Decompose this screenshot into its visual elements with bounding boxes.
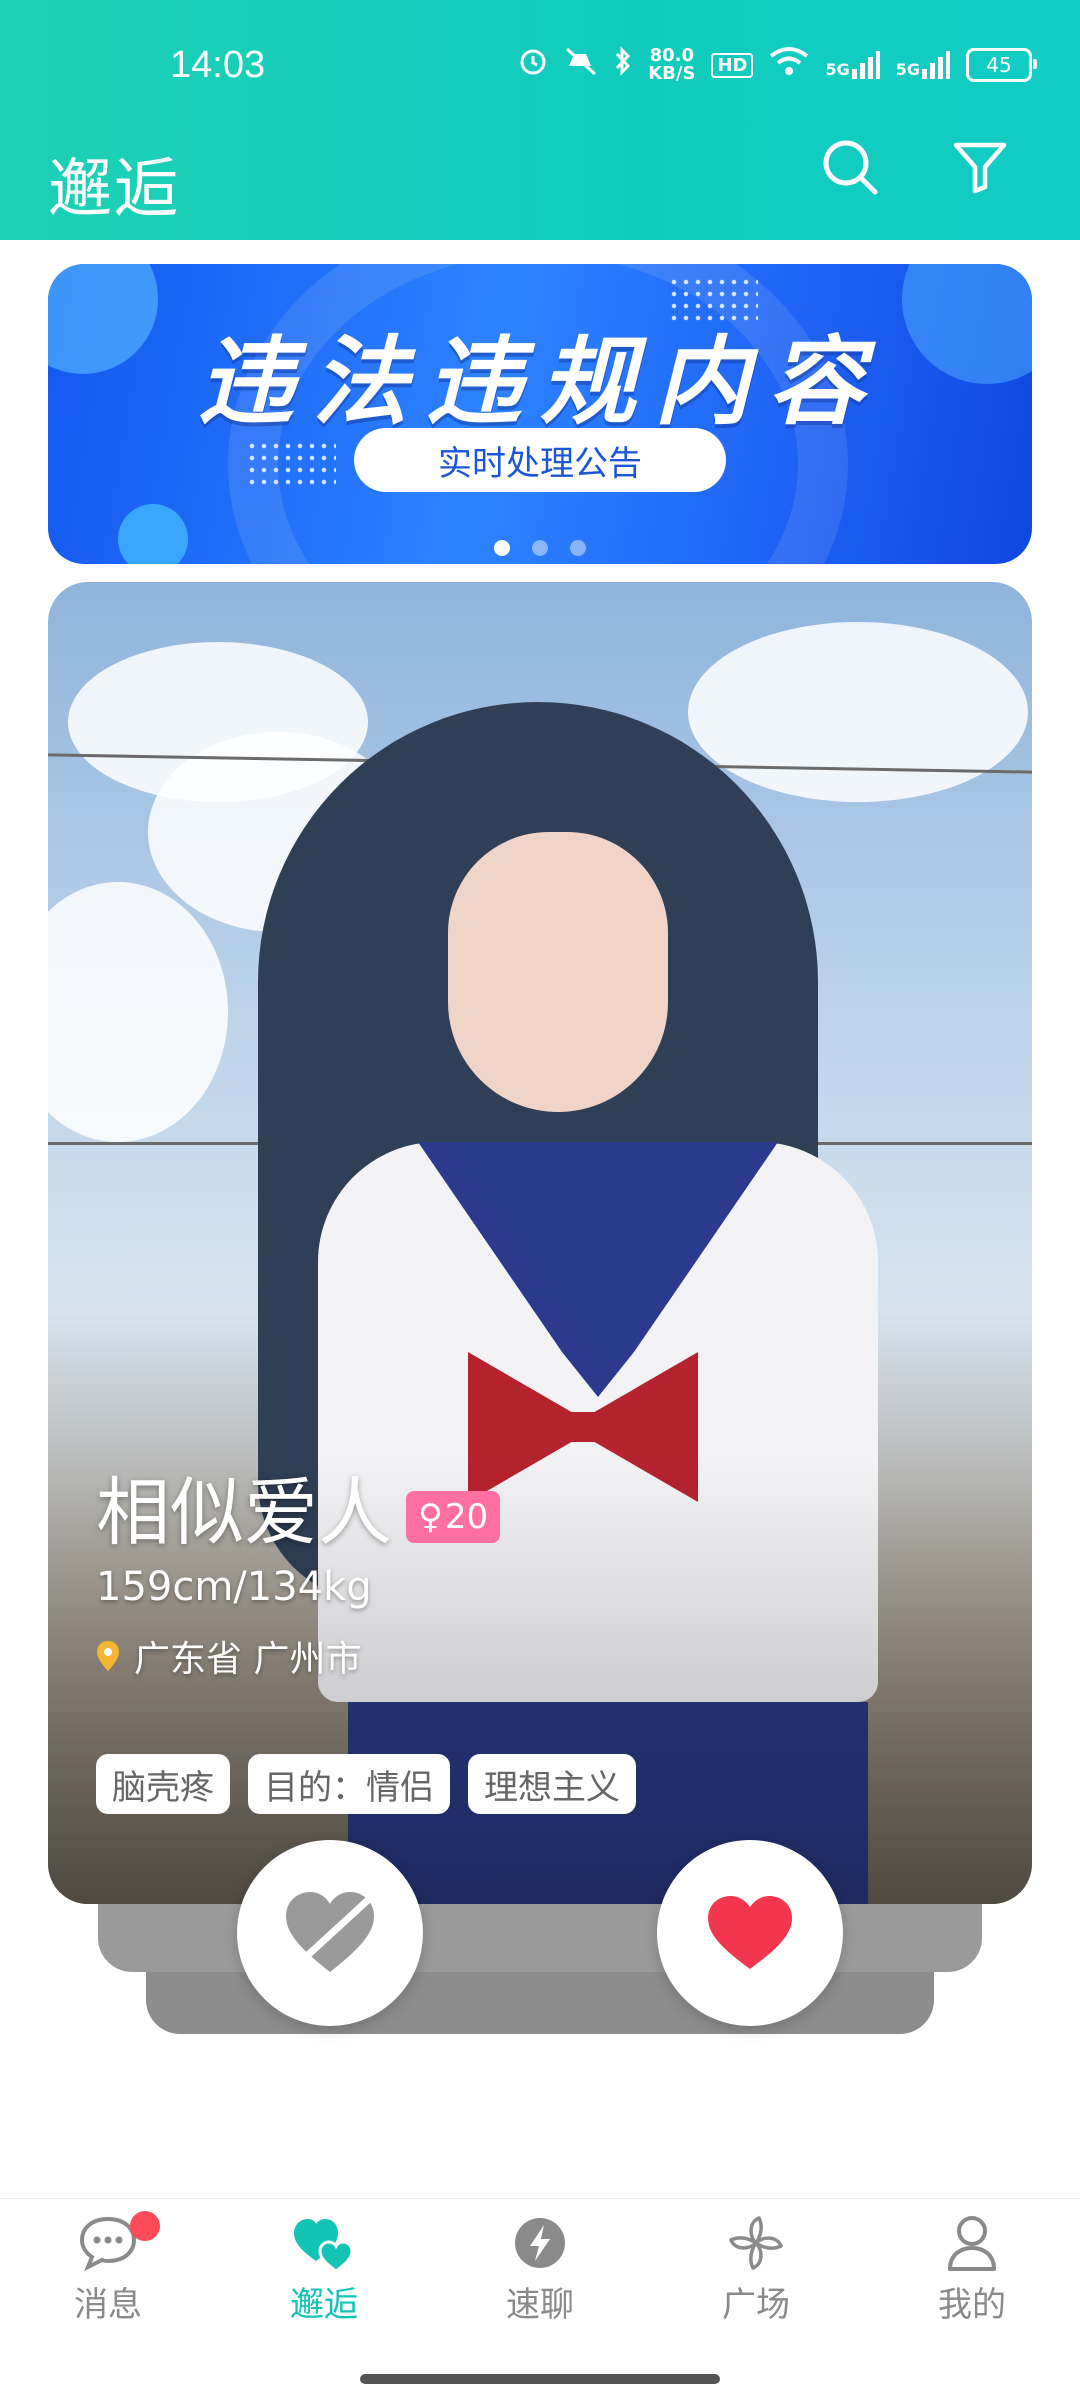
profile-tag: 脑壳疼 xyxy=(96,1754,230,1814)
profile-tag: 理想主义 xyxy=(468,1754,636,1814)
nav-label: 邂逅 xyxy=(290,2285,358,2325)
profile-nickname: 相似爱人 xyxy=(96,1470,392,1556)
broken-heart-icon xyxy=(286,1892,374,1972)
banner-indicator[interactable] xyxy=(494,540,510,556)
photo-cloud xyxy=(688,622,1028,802)
pinwheel-icon xyxy=(729,2216,783,2270)
profile-height-weight: 159cm/134kg xyxy=(96,1564,372,1610)
nickname-row: 相似爱人 ♀ 20 xyxy=(96,1468,501,1558)
location-text: 广东省 广州市 xyxy=(134,1639,362,1680)
nav-label: 速聊 xyxy=(506,2285,574,2325)
alarm-icon xyxy=(518,46,548,84)
profile-tags: 脑壳疼 目的：情侣 理想主义 xyxy=(96,1754,636,1814)
profile-card[interactable]: 相似爱人 ♀ 20 159cm/134kg 广东省 广州市 脑壳疼 目的：情侣 … xyxy=(48,582,1032,1904)
nav-icon-wrap xyxy=(254,2211,394,2275)
net-speed: 80.0 KB/S xyxy=(648,47,695,83)
banner-title: 违法违规内容 xyxy=(198,326,882,438)
dislike-button[interactable] xyxy=(237,1840,423,2026)
lightning-icon xyxy=(515,2218,565,2268)
status-icons: 80.0 KB/S HD 5G 5G 45 xyxy=(518,46,1037,84)
app-header: 14:03 80.0 KB/S HD 5G 5G 45 邂逅 xyxy=(0,0,1080,240)
profile-tag: 目的：情侣 xyxy=(248,1754,450,1814)
location-pin-icon xyxy=(97,1641,119,1671)
nav-item-quick-chat[interactable]: 速聊 xyxy=(470,2211,610,2326)
mute-icon xyxy=(564,46,598,84)
home-indicator[interactable] xyxy=(360,2374,720,2384)
wifi-icon xyxy=(769,46,809,84)
heart-icon xyxy=(708,1896,792,1969)
status-time: 14:03 xyxy=(170,44,266,86)
nav-item-profile[interactable]: 我的 xyxy=(902,2211,1042,2326)
bottom-navigation: 消息 邂逅 速聊 广场 我的 xyxy=(0,2198,1080,2329)
profile-info: 相似爱人 ♀ 20 159cm/134kg 广东省 广州市 xyxy=(96,1468,501,1682)
hd-badge: HD xyxy=(711,52,754,78)
signal-5g-1: 5G xyxy=(825,51,880,79)
notification-badge xyxy=(130,2211,160,2241)
person-icon xyxy=(948,2216,996,2271)
nav-label: 消息 xyxy=(74,2285,142,2325)
photo-cloud xyxy=(48,882,228,1142)
filter-button[interactable] xyxy=(945,132,1015,202)
photo-subject-face xyxy=(448,832,668,1112)
banner-indicator[interactable] xyxy=(570,540,586,556)
nav-item-encounter[interactable]: 邂逅 xyxy=(254,2211,394,2326)
search-button[interactable] xyxy=(815,132,885,202)
nav-label: 广场 xyxy=(722,2285,790,2325)
search-icon xyxy=(823,140,878,195)
net-speed-unit: KB/S xyxy=(648,63,696,84)
page-title: 邂逅 xyxy=(48,153,180,227)
nav-label: 我的 xyxy=(938,2285,1006,2325)
bluetooth-icon xyxy=(614,46,632,84)
battery-icon: 45 xyxy=(966,48,1037,82)
banner-indicators xyxy=(48,540,1032,556)
nav-icon-wrap xyxy=(902,2211,1042,2275)
like-button[interactable] xyxy=(657,1840,843,2026)
message-icon xyxy=(79,2216,137,2271)
banner-indicator[interactable] xyxy=(532,540,548,556)
female-icon: ♀ xyxy=(418,1497,443,1537)
profile-location: 广东省 广州市 xyxy=(96,1630,500,1682)
banner-dots xyxy=(246,440,336,490)
signal-5g-2-label: 5G xyxy=(895,60,920,79)
nav-item-messages[interactable]: 消息 xyxy=(38,2211,178,2326)
announcement-banner[interactable]: 违法违规内容 实时处理公告 xyxy=(48,264,1032,564)
filter-icon xyxy=(953,142,1007,194)
status-bar: 14:03 80.0 KB/S HD 5G 5G 45 xyxy=(0,0,1080,110)
signal-5g-2: 5G xyxy=(896,51,950,79)
hearts-icon xyxy=(294,2219,354,2273)
nav-icon-wrap xyxy=(686,2211,826,2275)
gender-age-badge: ♀ 20 xyxy=(406,1491,501,1543)
nav-icon-wrap xyxy=(470,2211,610,2275)
signal-5g-1-label: 5G xyxy=(825,60,850,79)
nav-item-square[interactable]: 广场 xyxy=(686,2211,826,2326)
banner-subtitle: 实时处理公告 xyxy=(354,428,726,492)
profile-age: 20 xyxy=(444,1497,489,1537)
